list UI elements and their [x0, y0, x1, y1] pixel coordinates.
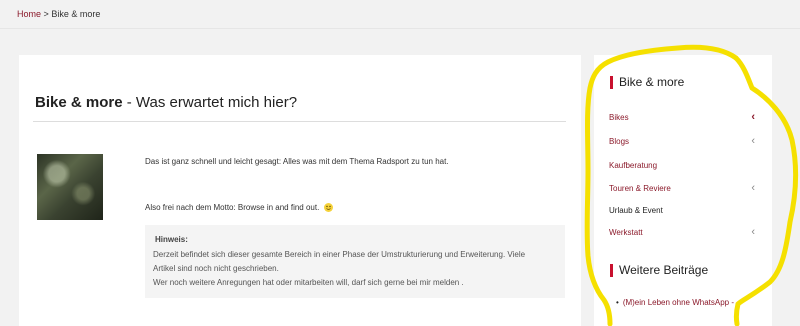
note-title: Hinweis:	[155, 235, 188, 244]
sidebar-item-bikes[interactable]: Bikes ‹	[609, 112, 755, 124]
breadcrumb-bar: Home > Bike & more	[0, 0, 800, 29]
chevron-left-icon[interactable]: ‹	[751, 112, 755, 123]
breadcrumb-current: Bike & more	[51, 9, 101, 19]
note-line-1: Derzeit befindet sich dieser gesamte Ber…	[153, 250, 526, 259]
motto-text: Also frei nach dem Motto: Browse in and …	[145, 203, 333, 212]
sidebar-item-werkstatt[interactable]: Werkstatt ‹	[609, 227, 755, 239]
sidebar-item-label: Bikes	[609, 113, 629, 122]
sidebar-item-kaufberatung[interactable]: Kaufberatung	[609, 160, 755, 172]
smiley-icon	[323, 203, 333, 212]
forest-trail-thumbnail[interactable]	[37, 154, 103, 220]
sidebar-item-label: Urlaub & Event	[609, 206, 663, 215]
page-title-rest: - Was erwartet mich hier?	[122, 94, 298, 111]
breadcrumb-separator: >	[43, 9, 49, 19]
note-line-3: Wer noch weitere Anregungen hat oder mit…	[153, 278, 464, 287]
posts-widget-title: Weitere Beiträge	[610, 264, 708, 277]
note-line-2: Artikel sind noch nicht geschrieben.	[153, 264, 279, 273]
sidebar-item-label: Touren & Reviere	[609, 184, 671, 193]
sidebar-item-urlaub-event[interactable]: Urlaub & Event	[609, 205, 755, 217]
note-box: Hinweis: Derzeit befindet sich dieser ge…	[145, 225, 565, 298]
chevron-left-icon[interactable]: ‹	[751, 183, 755, 194]
motto-text-label: Also frei nach dem Motto: Browse in and …	[145, 203, 320, 212]
sidebar-widget-title: Bike & more	[610, 76, 684, 89]
sidebar-item-blogs[interactable]: Blogs ‹	[609, 136, 755, 148]
sidebar-item-label: Kaufberatung	[609, 161, 658, 170]
breadcrumb: Home > Bike & more	[17, 9, 100, 19]
chevron-left-icon[interactable]: ‹	[751, 227, 755, 238]
sidebar-item-touren-reviere[interactable]: Touren & Reviere ‹	[609, 183, 755, 195]
page-title-bold: Bike & more	[35, 94, 123, 111]
title-divider	[33, 121, 566, 122]
post-link[interactable]: (M)ein Leben ohne WhatsApp -	[623, 298, 734, 307]
breadcrumb-home-link[interactable]: Home	[17, 9, 41, 19]
main-content-card: Bike & more - Was erwartet mich hier? Da…	[19, 55, 581, 326]
sidebar-card: Bike & more Bikes ‹ Blogs ‹ Kaufberatung…	[594, 55, 772, 326]
chevron-left-icon[interactable]: ‹	[751, 136, 755, 147]
post-list-item[interactable]: • (M)ein Leben ohne WhatsApp -	[616, 298, 734, 307]
sidebar-item-label: Werkstatt	[609, 228, 643, 237]
sidebar-item-label: Blogs	[609, 137, 630, 146]
bullet-icon: •	[616, 298, 619, 307]
intro-text: Das ist ganz schnell und leicht gesagt: …	[145, 157, 449, 166]
page-title: Bike & more - Was erwartet mich hier?	[35, 94, 297, 111]
